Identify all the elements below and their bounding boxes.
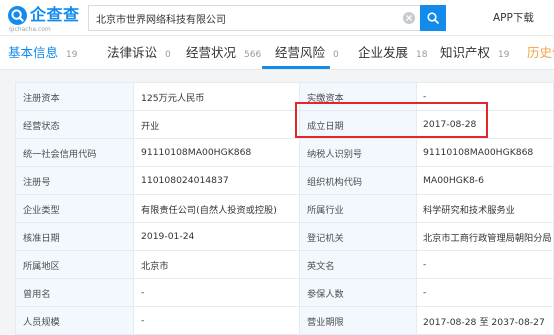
clear-circle-icon[interactable] (403, 12, 415, 24)
industry-label: 所属行业 (300, 195, 417, 223)
credit-code-value: 91110108MA00HGK868 (134, 139, 300, 167)
tab-count: 0 (333, 50, 339, 60)
paid-in-capital-label: 实缴资本 (300, 83, 417, 111)
paid-in-capital-value: - (417, 83, 554, 111)
tab-label: 法律诉讼 (107, 45, 158, 60)
tab-count: 566 (244, 50, 262, 60)
tab-label: 知识产权 (440, 45, 491, 60)
tab-label: 经营风险 (275, 45, 326, 60)
app-download-link[interactable]: APP下载 (493, 11, 534, 25)
table-row: 注册号 110108024014837 组织机构代码 MA00HGK8-6 (16, 167, 554, 195)
qichacha-logo-icon (8, 6, 27, 25)
registration-number-value: 110108024014837 (134, 167, 300, 195)
section-tabs: 基本信息 19 法律诉讼 0 经营状况 566 经营风险 0 企业发展 18 知识产权 19… (0, 36, 554, 70)
business-term-value: 2017-08-28 至 2037-08-27 (417, 307, 554, 335)
tab-count: 0 (165, 50, 171, 60)
staff-size-value: - (134, 307, 300, 335)
tab-business-status[interactable]: 经营状况 566 (186, 36, 261, 69)
established-date-label: 成立日期 (300, 111, 417, 139)
table-row: 核准日期 2019-01-24 登记机关 北京市工商行政管理局朝阳分局 (16, 223, 554, 251)
tab-indicator (262, 66, 330, 69)
logo-text: 企查查 (30, 5, 80, 24)
operating-status-label: 经营状态 (16, 111, 134, 139)
former-name-label: 曾用名 (16, 279, 134, 307)
established-date-value: 2017-08-28 (417, 111, 554, 139)
tab-legal-litigation[interactable]: 法律诉讼 0 (107, 36, 171, 69)
credit-code-label: 统一社会信用代码 (16, 139, 134, 167)
insured-count-label: 参保人数 (300, 279, 417, 307)
registration-number-label: 注册号 (16, 167, 134, 195)
industry-value: 科学研究和技术服务业 (417, 195, 554, 223)
table-row: 所属地区 北京市 英文名 - (16, 251, 554, 279)
search-box (88, 5, 420, 31)
tab-label: 历史信 (527, 45, 554, 60)
english-name-label: 英文名 (300, 251, 417, 279)
taxpayer-id-label: 纳税人识别号 (300, 139, 417, 167)
tab-label: 基本信息 (8, 45, 59, 60)
tab-business-risk[interactable]: 经营风险 0 (275, 36, 339, 69)
registration-authority-value: 北京市工商行政管理局朝阳分局 (417, 223, 554, 251)
table-row: 曾用名 - 参保人数 - (16, 279, 554, 307)
former-name-value: - (134, 279, 300, 307)
table-row: 人员规模 - 营业期限 2017-08-28 至 2037-08-27 (16, 307, 554, 335)
tab-label: 企业发展 (358, 45, 409, 60)
region-value: 北京市 (134, 251, 300, 279)
tab-label: 经营状况 (186, 45, 237, 60)
tab-count: 19 (66, 50, 78, 60)
table-row: 注册资本 125万元人民币 实缴资本 - (16, 83, 554, 111)
table-row: 经营状态 开业 成立日期 2017-08-28 (16, 111, 554, 139)
approval-date-label: 核准日期 (16, 223, 134, 251)
search-icon (427, 12, 439, 24)
tab-intellectual-property[interactable]: 知识产权 19 (440, 36, 509, 69)
search-button[interactable] (420, 5, 446, 31)
tab-enterprise-development[interactable]: 企业发展 18 (358, 36, 427, 69)
operating-status-value: 开业 (134, 111, 300, 139)
business-term-label: 营业期限 (300, 307, 417, 335)
taxpayer-id-value: 91110108MA00HGK868 (417, 139, 554, 167)
staff-size-label: 人员规模 (16, 307, 134, 335)
org-code-label: 组织机构代码 (300, 167, 417, 195)
approval-date-value: 2019-01-24 (134, 223, 300, 251)
registration-authority-label: 登记机关 (300, 223, 417, 251)
logo-domain: qichacha.com (9, 26, 51, 33)
logo[interactable]: 企查查 qichacha.com (0, 0, 84, 35)
english-name-value: - (417, 251, 554, 279)
org-code-value: MA00HGK8-6 (417, 167, 554, 195)
top-header: 企查查 qichacha.com APP下载 (0, 0, 554, 36)
table-row: 企业类型 有限责任公司(自然人投资或控股) 所属行业 科学研究和技术服务业 (16, 195, 554, 223)
search-input[interactable] (89, 6, 399, 30)
tab-count: 18 (416, 50, 428, 60)
tab-count: 19 (498, 50, 510, 60)
tab-history-info[interactable]: 历史信 (527, 36, 554, 69)
insured-count-value: - (417, 279, 554, 307)
table-row: 统一社会信用代码 91110108MA00HGK868 纳税人识别号 91110… (16, 139, 554, 167)
company-type-label: 企业类型 (16, 195, 134, 223)
company-type-value: 有限责任公司(自然人投资或控股) (134, 195, 300, 223)
region-label: 所属地区 (16, 251, 134, 279)
registered-capital-value: 125万元人民币 (134, 83, 300, 111)
company-info-table: 注册资本 125万元人民币 实缴资本 - 经营状态 开业 成立日期 2017-0… (15, 82, 554, 335)
tab-basic-info[interactable]: 基本信息 19 (8, 36, 77, 69)
registered-capital-label: 注册资本 (16, 83, 134, 111)
